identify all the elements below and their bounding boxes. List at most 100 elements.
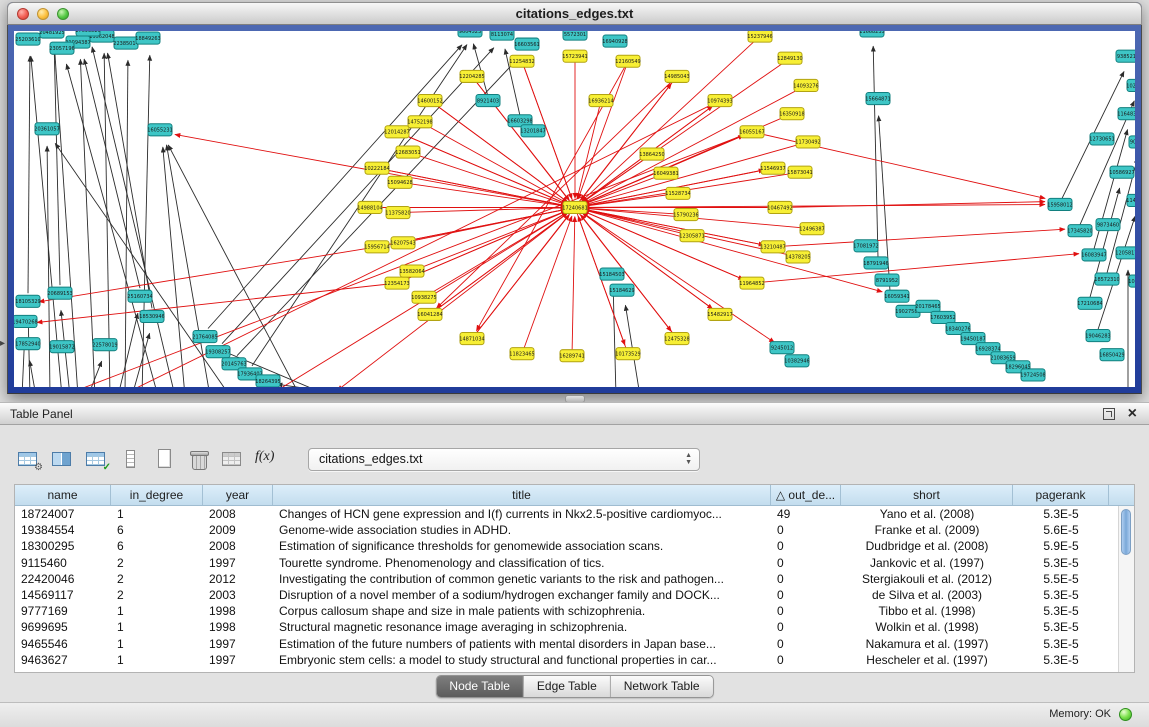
graph-node[interactable]: 8113074 bbox=[490, 31, 514, 40]
graph-node[interactable]: 14378205 bbox=[785, 251, 810, 263]
graph-node[interactable]: 13582064 bbox=[399, 265, 424, 277]
graph-node[interactable]: 20689153 bbox=[47, 287, 72, 299]
graph-node[interactable]: 16850429 bbox=[1099, 349, 1124, 361]
graph-node[interactable]: 25203610 bbox=[15, 33, 40, 45]
graph-node[interactable]: 16936214 bbox=[588, 95, 613, 107]
graph-node[interactable]: 17603952 bbox=[930, 311, 955, 323]
table-mode-icon[interactable]: ⚙ bbox=[14, 445, 44, 473]
graph-node[interactable]: 15664871 bbox=[865, 93, 890, 105]
function-builder-icon[interactable]: f(x) bbox=[252, 445, 282, 473]
column-header-year[interactable]: year bbox=[203, 485, 273, 505]
network-canvas[interactable]: 1724068110467492115469371605516710974393… bbox=[14, 31, 1135, 387]
graph-node[interactable]: 14988104 bbox=[357, 201, 382, 213]
graph-node[interactable]: 12160549 bbox=[615, 55, 640, 67]
graph-node[interactable]: 14093276 bbox=[793, 79, 818, 91]
graph-node[interactable]: 12014287 bbox=[384, 126, 409, 138]
graph-node[interactable]: 19015872 bbox=[49, 341, 74, 353]
graph-node[interactable]: 20178465 bbox=[915, 300, 940, 312]
graph-node[interactable]: 12204285 bbox=[459, 70, 484, 82]
graph-node[interactable]: 17210684 bbox=[1077, 297, 1102, 309]
graph-node[interactable]: 16055167 bbox=[739, 126, 764, 138]
memory-status-indicator[interactable] bbox=[1119, 708, 1132, 721]
graph-node[interactable]: 16940928 bbox=[602, 35, 627, 47]
column-header-name[interactable]: name bbox=[15, 485, 111, 505]
new-table-icon[interactable] bbox=[150, 445, 180, 473]
graph-node[interactable]: 11648390 bbox=[1117, 108, 1135, 120]
float-panel-icon[interactable] bbox=[1103, 408, 1115, 420]
graph-node[interactable]: 15873041 bbox=[787, 166, 812, 178]
graph-node[interactable]: 14985043 bbox=[664, 70, 689, 82]
close-panel-icon[interactable]: × bbox=[1128, 404, 1137, 424]
graph-node[interactable]: 17852940 bbox=[15, 338, 40, 350]
graph-node[interactable]: 18791946 bbox=[863, 257, 888, 269]
graph-node[interactable]: 11823465 bbox=[509, 348, 534, 360]
graph-node[interactable]: 9604523 bbox=[458, 31, 482, 37]
graph-node[interactable]: 15790236 bbox=[673, 208, 698, 220]
window-titlebar[interactable]: citations_edges.txt bbox=[7, 2, 1142, 25]
graph-node[interactable]: 15958012 bbox=[1047, 198, 1072, 210]
graph-node[interactable]: 11668235 bbox=[859, 31, 884, 37]
graph-node[interactable]: 13864250 bbox=[639, 148, 664, 160]
graph-node[interactable]: 8791952 bbox=[875, 274, 899, 286]
graph-node[interactable]: 10938275 bbox=[411, 291, 436, 303]
graph-node[interactable]: 12475328 bbox=[664, 333, 689, 345]
graph-node[interactable]: 19470268 bbox=[14, 315, 38, 327]
graph-node[interactable]: 16055231 bbox=[147, 124, 172, 136]
table-scrollbar-thumb[interactable] bbox=[1121, 509, 1131, 555]
table-row[interactable]: 1830029562008Estimation of significance … bbox=[15, 538, 1134, 554]
graph-node[interactable]: 10731925 bbox=[1128, 275, 1135, 287]
graph-node[interactable]: 22578019 bbox=[92, 339, 117, 351]
graph-node[interactable]: 15956714 bbox=[364, 241, 389, 253]
graph-node[interactable]: 15184629 bbox=[609, 284, 634, 296]
graph-node[interactable]: 12683051 bbox=[395, 146, 420, 158]
graph-node[interactable]: 10382946 bbox=[784, 355, 809, 367]
graph-node[interactable]: 11375820 bbox=[385, 206, 410, 218]
graph-node[interactable]: 10467492 bbox=[767, 201, 792, 213]
graph-node[interactable]: 18530946 bbox=[139, 310, 164, 322]
table-row[interactable]: 977716911998Corpus callosum shape and si… bbox=[15, 603, 1134, 619]
graph-node[interactable]: 11964852 bbox=[739, 277, 764, 289]
row-options-icon[interactable] bbox=[116, 445, 146, 473]
graph-node[interactable]: 9873460 bbox=[1096, 219, 1120, 231]
graph-node[interactable]: 16083947 bbox=[1081, 249, 1106, 261]
graph-node[interactable]: 15094628 bbox=[387, 176, 412, 188]
graph-node[interactable]: 16059341 bbox=[884, 290, 909, 302]
graph-node[interactable]: 17693820 bbox=[75, 31, 100, 36]
column-chooser-icon[interactable] bbox=[48, 445, 78, 473]
column-header-pagerank[interactable]: pagerank bbox=[1013, 485, 1109, 505]
graph-node[interactable]: 21764085 bbox=[192, 331, 217, 343]
panel-collapse-arrow-icon[interactable]: ▸ bbox=[0, 338, 5, 349]
table-row[interactable]: 946554611997Estimation of the future num… bbox=[15, 636, 1134, 652]
table-row[interactable]: 2242004622012Investigating the contribut… bbox=[15, 571, 1134, 587]
graph-node[interactable]: 12849130 bbox=[777, 52, 802, 64]
graph-node[interactable]: 10274853 bbox=[1126, 79, 1135, 91]
graph-node[interactable]: 16041284 bbox=[417, 308, 442, 320]
graph-node[interactable]: 11528734 bbox=[665, 187, 690, 199]
graph-node[interactable]: 12058174 bbox=[1115, 247, 1135, 259]
graph-node[interactable]: 12305871 bbox=[679, 230, 704, 242]
table-row[interactable]: 911546021997Tourette syndrome. Phenomeno… bbox=[15, 555, 1134, 571]
table-row[interactable]: 1938455462009Genome-wide association stu… bbox=[15, 522, 1134, 538]
graph-node[interactable]: 9057342 bbox=[1129, 136, 1135, 148]
graph-node[interactable]: 11546937 bbox=[760, 162, 785, 174]
graph-node[interactable]: 11402738 bbox=[1126, 194, 1135, 206]
create-column-icon[interactable]: ✓ bbox=[82, 445, 112, 473]
table-row[interactable]: 946362711997Embryonic stem cells: a mode… bbox=[15, 652, 1134, 668]
graph-node[interactable]: 10586927 bbox=[1109, 166, 1134, 178]
import-table-icon[interactable] bbox=[218, 445, 248, 473]
graph-node[interactable]: 23057196 bbox=[49, 42, 74, 54]
graph-node[interactable]: 18264395 bbox=[255, 375, 280, 387]
graph-node[interactable]: 16350918 bbox=[779, 108, 804, 120]
column-header-in-degree[interactable]: in_degree bbox=[111, 485, 203, 505]
graph-node[interactable]: 8921403 bbox=[476, 95, 500, 107]
graph-node[interactable]: 16207543 bbox=[390, 237, 415, 249]
tab-edge-table[interactable]: Edge Table bbox=[523, 676, 610, 697]
graph-node[interactable]: 20481925 bbox=[39, 31, 64, 38]
column-header-out-degree[interactable]: △ out_de... bbox=[771, 485, 841, 505]
graph-node[interactable]: 12730651 bbox=[1089, 133, 1114, 145]
graph-node[interactable]: 17081972 bbox=[853, 240, 878, 252]
network-select-dropdown[interactable]: citations_edges.txt ▲▼ bbox=[308, 448, 700, 471]
graph-node[interactable]: 5572301 bbox=[563, 31, 587, 40]
table-row[interactable]: 1872400712008Changes of HCN gene express… bbox=[15, 506, 1134, 522]
graph-node[interactable]: 20361057 bbox=[34, 123, 59, 135]
